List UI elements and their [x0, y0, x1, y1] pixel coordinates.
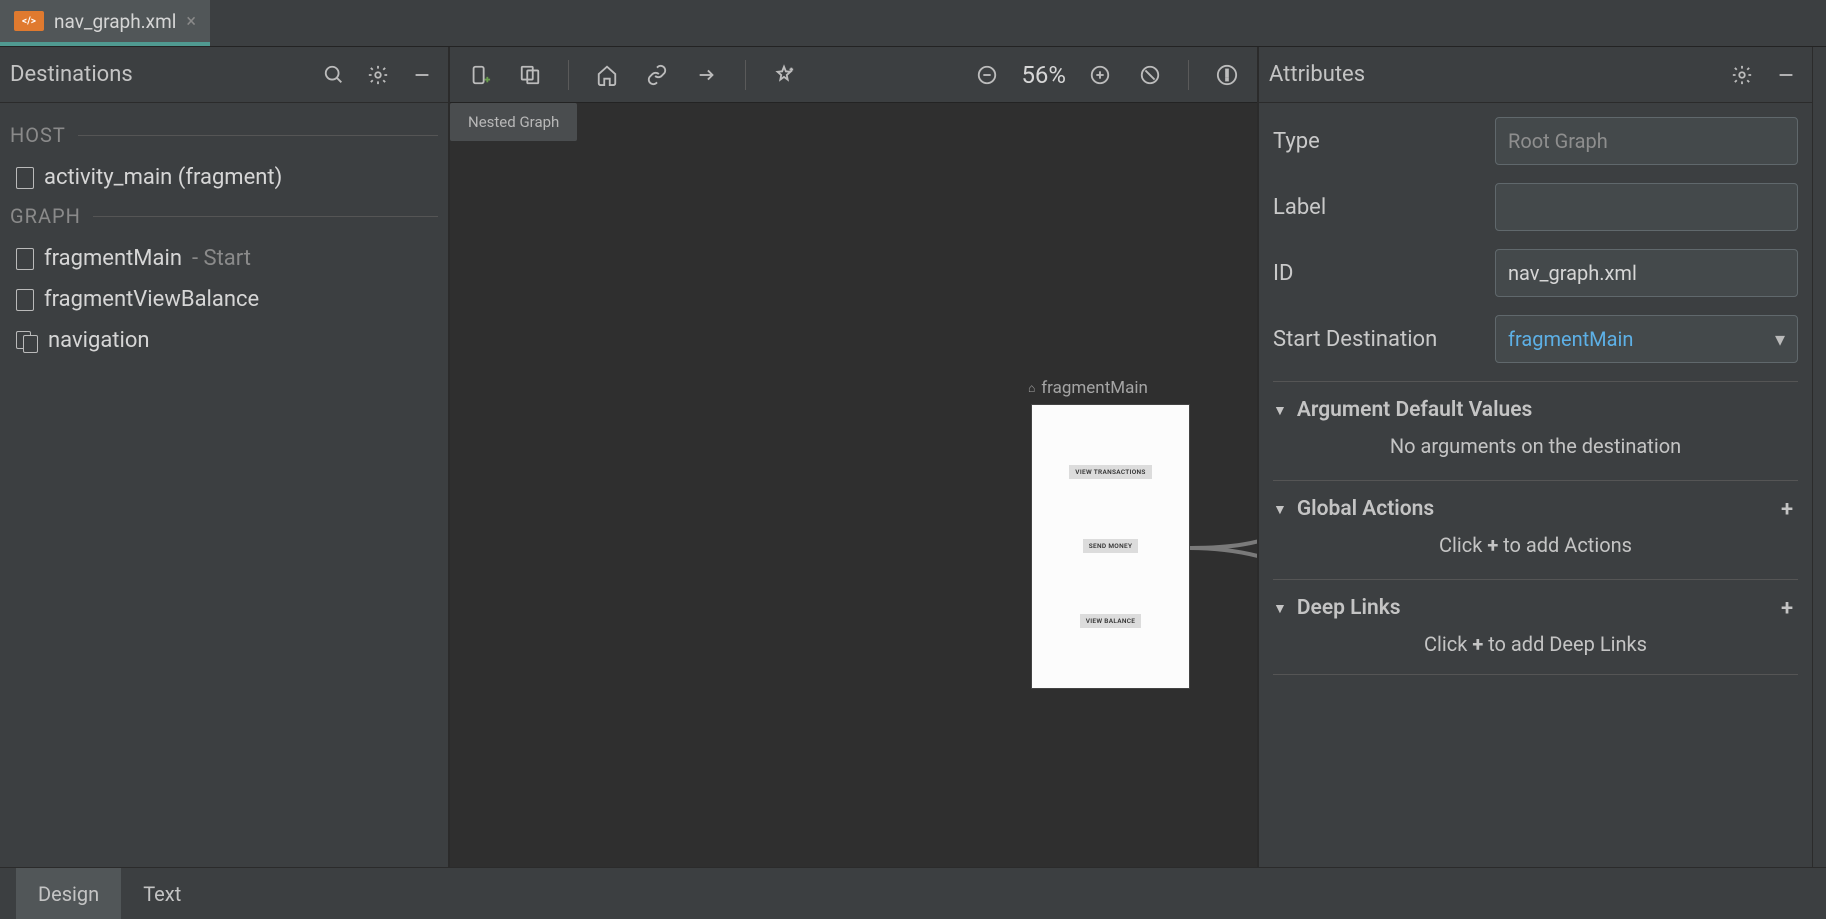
search-icon[interactable]	[318, 59, 350, 91]
graph-item-navigation[interactable]: navigation	[10, 320, 438, 361]
global-actions-header[interactable]: ▼ Global Actions +	[1273, 497, 1798, 521]
gear-icon[interactable]	[1726, 59, 1758, 91]
design-canvas[interactable]: ⌂ fragmentMain VIEW TRANSACTIONS SEND MO…	[450, 103, 1257, 867]
tab-text[interactable]: Text	[121, 868, 203, 919]
destinations-title: Destinations	[10, 62, 306, 87]
zoom-percentage: 56%	[1021, 61, 1066, 89]
disclosure-icon: ▼	[1273, 600, 1287, 617]
host-item[interactable]: activity_main (fragment)	[10, 157, 438, 198]
device-icon	[16, 167, 34, 189]
graph-item-fragment-view-balance[interactable]: fragmentViewBalance	[10, 279, 438, 320]
scrollbar[interactable]	[1812, 47, 1826, 867]
errors-icon[interactable]	[1211, 59, 1243, 91]
add-destination-icon[interactable]	[464, 59, 496, 91]
action-arrow-icon[interactable]	[691, 59, 723, 91]
deep-links-header[interactable]: ▼ Deep Links +	[1273, 596, 1798, 620]
label-field[interactable]	[1495, 183, 1798, 231]
start-destination-label: Start Destination	[1273, 327, 1483, 352]
canvas-toolbar: 56%	[450, 47, 1257, 103]
minimize-icon[interactable]	[406, 59, 438, 91]
minimize-icon[interactable]	[1770, 59, 1802, 91]
list-item-suffix: - Start	[192, 246, 251, 271]
xml-file-icon: </>	[14, 11, 44, 31]
type-label: Type	[1273, 129, 1483, 154]
list-item-label: navigation	[48, 328, 150, 353]
disclosure-icon: ▼	[1273, 501, 1287, 518]
zoom-in-icon[interactable]	[1084, 59, 1116, 91]
close-icon[interactable]: ×	[186, 11, 196, 32]
chevron-down-icon: ▾	[1775, 327, 1785, 351]
global-actions-section: ▼ Global Actions + Click + to add Action…	[1273, 480, 1798, 561]
preview-button: SEND MONEY	[1083, 539, 1139, 553]
device-icon	[16, 248, 34, 270]
global-actions-body: Click + to add Actions	[1273, 521, 1798, 561]
auto-arrange-icon[interactable]	[768, 59, 800, 91]
editor-tabs: </> nav_graph.xml ×	[0, 0, 1826, 47]
attributes-header: Attributes	[1259, 47, 1812, 103]
home-icon[interactable]	[591, 59, 623, 91]
destinations-panel: Destinations HOST activity_main (fragmen…	[0, 47, 450, 867]
list-item-label: fragmentMain	[44, 246, 182, 271]
type-field	[1495, 117, 1798, 165]
destinations-header: Destinations	[0, 47, 448, 103]
id-field[interactable]	[1495, 249, 1798, 297]
tab-title: nav_graph.xml	[54, 10, 176, 33]
disclosure-icon: ▼	[1273, 402, 1287, 419]
nested-graph-icon	[16, 331, 38, 351]
fragment-main-preview[interactable]: VIEW TRANSACTIONS SEND MONEY VIEW BALANC…	[1032, 405, 1189, 688]
preview-button: VIEW BALANCE	[1080, 614, 1142, 628]
graph-item-fragment-main[interactable]: fragmentMain - Start	[10, 238, 438, 279]
add-deeplink-button[interactable]: +	[1776, 597, 1798, 619]
label-label: Label	[1273, 195, 1483, 220]
design-canvas-panel: 56% ⌂ fragmentMain	[450, 47, 1257, 867]
argument-values-section: ▼ Argument Default Values No arguments o…	[1273, 381, 1798, 462]
link-icon[interactable]	[641, 59, 673, 91]
list-item-label: fragmentViewBalance	[44, 287, 259, 312]
host-item-label: activity_main (fragment)	[44, 165, 282, 190]
host-section-label: HOST	[10, 123, 438, 147]
attributes-title: Attributes	[1269, 62, 1714, 87]
nested-graph-badge[interactable]: Nested Graph	[450, 103, 577, 141]
argument-values-body: No arguments on the destination	[1273, 422, 1798, 462]
add-action-button[interactable]: +	[1776, 498, 1798, 520]
attributes-panel: Attributes Type Label ID Start Desti	[1257, 47, 1812, 867]
device-icon	[16, 289, 34, 311]
zoom-out-icon[interactable]	[971, 59, 1003, 91]
fragment-main-label: ⌂ fragmentMain	[1028, 378, 1148, 398]
deep-links-section: ▼ Deep Links + Click + to add Deep Links	[1273, 579, 1798, 675]
argument-values-header[interactable]: ▼ Argument Default Values	[1273, 398, 1798, 422]
zoom-reset-icon[interactable]	[1134, 59, 1166, 91]
preview-button: VIEW TRANSACTIONS	[1069, 465, 1151, 479]
gear-icon[interactable]	[362, 59, 394, 91]
nested-graph-icon[interactable]	[514, 59, 546, 91]
view-tabs: Design Text	[0, 867, 1826, 919]
file-tab-nav-graph[interactable]: </> nav_graph.xml ×	[0, 0, 210, 46]
start-destination-select[interactable]: fragmentMain ▾	[1495, 315, 1798, 363]
id-label: ID	[1273, 261, 1483, 286]
home-indicator-icon: ⌂	[1028, 381, 1035, 395]
tab-design[interactable]: Design	[16, 868, 121, 919]
graph-section-label: GRAPH	[10, 204, 438, 228]
deep-links-body: Click + to add Deep Links	[1273, 620, 1798, 660]
